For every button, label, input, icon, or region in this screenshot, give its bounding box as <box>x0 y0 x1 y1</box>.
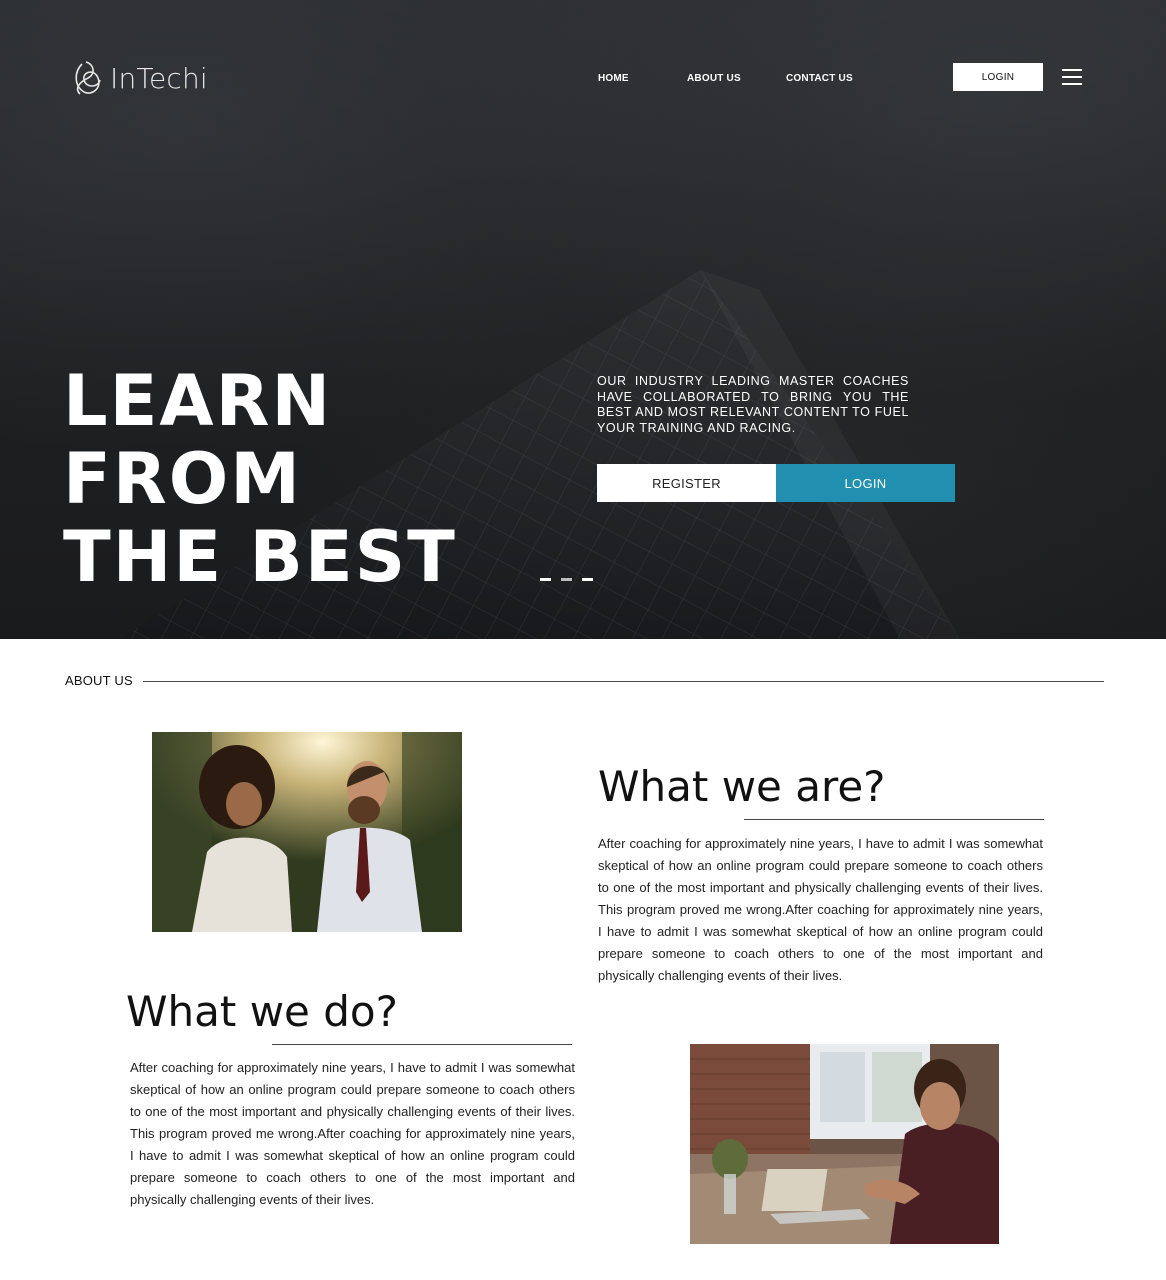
what-we-are-divider <box>744 819 1044 820</box>
slider-dots <box>540 578 593 581</box>
what-we-do-divider <box>272 1044 572 1045</box>
hero-section: InTechi HOME ABOUT US CONTACT US LOGIN L… <box>0 0 1166 639</box>
hero-login-button[interactable]: LOGIN <box>776 464 955 502</box>
hero-title-line1: LEARN FROM <box>63 360 333 520</box>
laptop-workspace-photo <box>690 1044 999 1244</box>
about-divider <box>143 681 1104 682</box>
hero-title-line2: THE BEST <box>63 516 457 598</box>
slider-dot-3[interactable] <box>582 578 593 581</box>
slider-dot-2[interactable] <box>561 578 572 581</box>
about-section-label: ABOUT US <box>65 673 133 688</box>
nav-home-link[interactable]: HOME <box>598 73 629 84</box>
hero-tagline: OUR INDUSTRY LEADING MASTER COACHES HAVE… <box>597 374 909 435</box>
nav-contact-link[interactable]: CONTACT US <box>786 73 853 84</box>
slider-dot-1[interactable] <box>540 578 551 581</box>
conversation-photo <box>152 732 462 932</box>
hamburger-menu-icon[interactable] <box>1062 69 1082 85</box>
hero-title: LEARN FROM THE BEST <box>63 362 583 596</box>
register-button[interactable]: REGISTER <box>597 464 776 502</box>
brand-logo[interactable]: InTechi <box>68 58 208 98</box>
nav-about-link[interactable]: ABOUT US <box>687 73 741 84</box>
what-we-do-heading: What we do? <box>126 987 398 1036</box>
what-we-do-text: After coaching for approximately nine ye… <box>130 1060 575 1207</box>
brand-name: InTechi <box>110 61 208 95</box>
header-login-button[interactable]: LOGIN <box>953 63 1043 91</box>
what-we-are-text: After coaching for approximately nine ye… <box>598 836 1043 983</box>
logo-knot-icon <box>75 61 101 95</box>
what-we-are-heading: What we are? <box>598 762 886 811</box>
